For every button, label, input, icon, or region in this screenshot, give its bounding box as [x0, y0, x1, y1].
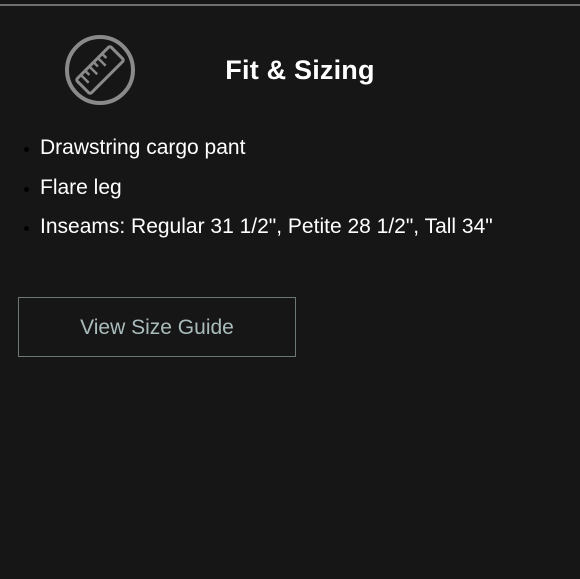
list-item: Flare leg — [0, 168, 493, 208]
list-item-text: Drawstring cargo pant — [40, 136, 246, 159]
list-item-text: Inseams: Regular 31 1/2", Petite 28 1/2"… — [40, 215, 493, 238]
fit-sizing-panel: Fit & Sizing Drawstring cargo pant Flare… — [0, 0, 580, 579]
bullet-icon — [24, 147, 29, 152]
section-title: Fit & Sizing — [225, 55, 375, 85]
list-item-text: Flare leg — [40, 175, 122, 199]
view-size-guide-button[interactable]: View Size Guide — [18, 297, 296, 357]
bullet-icon — [24, 226, 29, 231]
list-item: Drawstring cargo pant — [0, 128, 493, 168]
bullet-icon — [24, 186, 29, 192]
fit-details-list: Drawstring cargo pant Flare leg Inseams:… — [0, 128, 493, 247]
ruler-icon — [64, 34, 136, 106]
section-header: Fit & Sizing — [0, 0, 580, 130]
list-item: Inseams: Regular 31 1/2", Petite 28 1/2"… — [0, 207, 493, 247]
